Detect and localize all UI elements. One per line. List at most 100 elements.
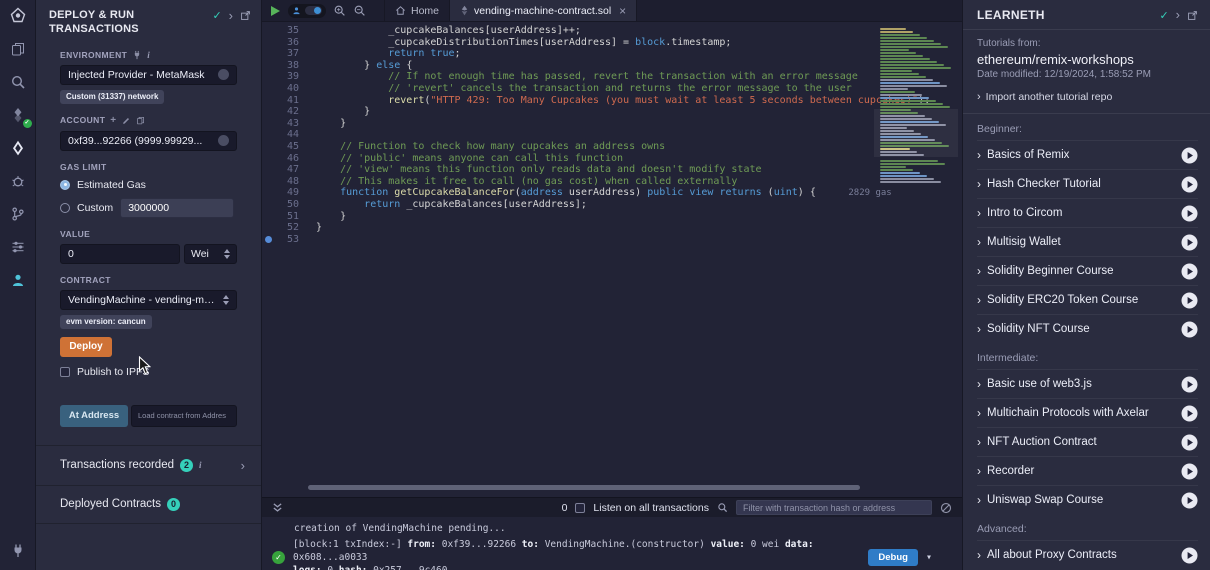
code-line[interactable]	[316, 129, 962, 141]
debug-button[interactable]: Debug	[868, 549, 918, 566]
code-line[interactable]: } else {	[316, 60, 962, 72]
play-tutorial-button[interactable]	[1181, 376, 1198, 393]
line-number[interactable]: 43	[262, 118, 308, 130]
line-number[interactable]: 52	[262, 222, 308, 234]
environment-provider-icon[interactable]	[218, 69, 229, 80]
at-address-button[interactable]: At Address	[60, 405, 128, 427]
debugger-icon[interactable]	[7, 170, 29, 192]
play-tutorial-button[interactable]	[1181, 405, 1198, 422]
play-tutorial-button[interactable]	[1181, 292, 1198, 309]
learneth-collapse-icon[interactable]: ›	[1176, 10, 1180, 20]
tab-file[interactable]: vending-machine-contract.sol ×	[450, 0, 637, 21]
estimated-gas-radio[interactable]	[60, 180, 70, 190]
learneth-person-icon[interactable]	[7, 269, 29, 291]
code-line[interactable]	[316, 234, 962, 246]
line-number[interactable]: 50	[262, 199, 308, 211]
code-line[interactable]: function getCupcakeBalanceFor(address us…	[316, 187, 962, 199]
tutorial-item[interactable]: ›Solidity NFT Course	[977, 314, 1198, 343]
remix-logo[interactable]	[7, 5, 29, 27]
contract-select[interactable]: VendingMachine - vending-machin	[60, 290, 237, 310]
code-line[interactable]: }	[316, 118, 962, 130]
tutorial-item[interactable]: ›Basic use of web3.js	[977, 369, 1198, 398]
play-tutorial-button[interactable]	[1181, 434, 1198, 451]
learneth-popout-icon[interactable]	[1187, 10, 1198, 21]
tutorial-item[interactable]: ›Multichain Protocols with Axelar	[977, 398, 1198, 427]
value-input[interactable]	[60, 244, 180, 264]
copilot-switch[interactable]	[305, 6, 322, 15]
play-tutorial-button[interactable]	[1181, 263, 1198, 280]
code-line[interactable]: }	[316, 211, 962, 223]
code-line[interactable]: }	[316, 106, 962, 118]
line-number[interactable]: 38	[262, 60, 308, 72]
scrollbar-thumb[interactable]	[308, 485, 860, 490]
transaction-log-row[interactable]: ✓ [block:1 txIndex:-] from: 0xf39...9226…	[272, 538, 952, 570]
code-line[interactable]: _cupcakeBalances[userAddress]++;	[316, 25, 962, 37]
play-tutorial-button[interactable]	[1181, 205, 1198, 222]
transactions-expand-icon[interactable]: ›	[241, 458, 245, 473]
copy-account-icon[interactable]	[136, 116, 145, 125]
run-script-icon[interactable]	[270, 5, 281, 17]
tutorial-item[interactable]: ›Intro to Circom	[977, 198, 1198, 227]
environment-select[interactable]: Injected Provider - MetaMask	[60, 65, 237, 85]
sign-message-icon[interactable]	[122, 116, 131, 125]
code-line[interactable]: // Function to check how many cupcakes a…	[316, 141, 962, 153]
code-line[interactable]: revert("HTTP 429: Too Many Cupcakes (you…	[316, 95, 962, 107]
horizontal-scrollbar[interactable]	[308, 485, 866, 490]
solidity-compiler-icon[interactable]: ✓	[7, 104, 29, 126]
popout-icon[interactable]	[240, 10, 251, 21]
tutorial-item[interactable]: ›Hash Checker Tutorial	[977, 169, 1198, 198]
code-line[interactable]: // 'public' means anyone can call this f…	[316, 153, 962, 165]
transactions-info-icon[interactable]: i	[199, 460, 202, 470]
code-editor[interactable]: 35363738394041424344454647484950515253 _…	[262, 22, 962, 497]
breakpoint-dot[interactable]	[265, 236, 272, 243]
tab-home[interactable]: Home	[384, 0, 450, 21]
code-lines[interactable]: _cupcakeBalances[userAddress]++; _cupcak…	[308, 22, 962, 497]
listen-checkbox[interactable]	[575, 503, 585, 513]
code-line[interactable]: _cupcakeDistributionTimes[userAddress] =…	[316, 37, 962, 49]
code-line[interactable]: // This makes it free to call (no gas co…	[316, 176, 962, 188]
play-tutorial-button[interactable]	[1181, 321, 1198, 338]
publish-ipfs-checkbox[interactable]	[60, 367, 70, 377]
ai-copilot-toggle[interactable]	[288, 4, 326, 18]
code-line[interactable]: // 'revert' cancels the transaction and …	[316, 83, 962, 95]
line-number[interactable]: 36	[262, 37, 308, 49]
terminal-filter-input[interactable]	[736, 500, 932, 515]
line-number[interactable]: 40	[262, 83, 308, 95]
plugin-manager-icon[interactable]	[7, 540, 29, 562]
tutorial-item[interactable]: ›Solidity Beginner Course	[977, 256, 1198, 285]
tutorial-item[interactable]: ›Uniswap Swap Course	[977, 485, 1198, 514]
contract-stepper-icon[interactable]	[223, 295, 229, 305]
info-icon[interactable]: i	[147, 50, 150, 60]
play-tutorial-button[interactable]	[1181, 147, 1198, 164]
tx-expand-icon[interactable]: ▾	[926, 551, 932, 564]
tutorial-item[interactable]: ›NFT Auction Contract	[977, 427, 1198, 456]
clear-console-icon[interactable]	[940, 502, 952, 514]
play-tutorial-button[interactable]	[1181, 492, 1198, 509]
expand-terminal-icon[interactable]	[272, 502, 283, 513]
git-icon[interactable]	[7, 203, 29, 225]
deploy-button[interactable]: Deploy	[60, 337, 112, 357]
tutorial-item[interactable]: ›Multisig Wallet	[977, 227, 1198, 256]
line-number[interactable]: 35	[262, 25, 308, 37]
zoom-in-icon[interactable]	[333, 4, 346, 17]
tutorial-item[interactable]: ›All about Proxy Contracts	[977, 540, 1198, 569]
at-address-input[interactable]	[131, 405, 237, 427]
tutorial-item[interactable]: ›Recorder	[977, 456, 1198, 485]
line-number[interactable]: 37	[262, 48, 308, 60]
deployed-contracts-row[interactable]: Deployed Contracts 0	[36, 485, 261, 524]
line-numbers[interactable]: 35363738394041424344454647484950515253	[262, 22, 308, 497]
line-number[interactable]: 42	[262, 106, 308, 118]
line-number[interactable]: 39	[262, 71, 308, 83]
play-tutorial-button[interactable]	[1181, 463, 1198, 480]
line-number[interactable]: 45	[262, 141, 308, 153]
custom-gas-input[interactable]	[120, 198, 234, 218]
zoom-out-icon[interactable]	[353, 4, 366, 17]
line-number[interactable]: 44	[262, 129, 308, 141]
line-number[interactable]: 53	[262, 234, 308, 246]
transactions-recorded-row[interactable]: Transactions recorded 2 i ›	[36, 445, 261, 485]
line-number[interactable]: 46	[262, 153, 308, 165]
play-tutorial-button[interactable]	[1181, 234, 1198, 251]
add-account-icon[interactable]: +	[110, 115, 116, 126]
custom-gas-radio[interactable]	[60, 203, 70, 213]
tutorial-item[interactable]: ›Solidity ERC20 Token Course	[977, 285, 1198, 314]
